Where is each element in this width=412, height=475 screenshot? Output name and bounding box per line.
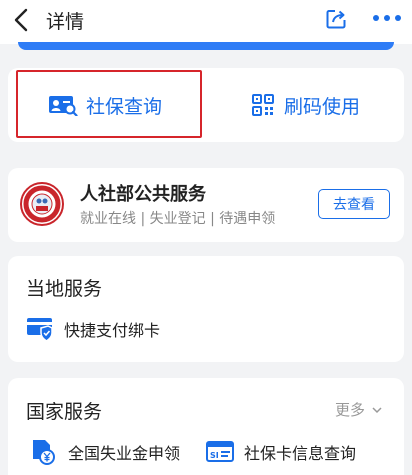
chevron-left-icon[interactable]	[8, 6, 36, 34]
local-services-card	[8, 256, 404, 362]
national-services-title: 国家服务	[26, 401, 103, 423]
page-title: 详情	[46, 11, 85, 33]
card-shield-icon	[27, 318, 53, 342]
chevron-down-icon	[372, 406, 382, 413]
more-label: 更多	[335, 401, 366, 419]
qr-code-icon	[252, 94, 274, 116]
id-card-search-icon	[49, 96, 78, 116]
public-service-title: 人社部公共服务	[80, 184, 206, 205]
view-button[interactable]: 去查看	[318, 189, 390, 219]
public-service-subtitle: 就业在线 | 失业登记 | 待遇申领	[80, 211, 276, 227]
share-icon[interactable]	[324, 7, 348, 31]
unemployment-benefit-claim-item[interactable]: 全国失业金申领	[30, 439, 180, 465]
header-strip	[18, 42, 394, 50]
quick-pay-bind-card-label: 快捷支付绑卡	[64, 321, 161, 340]
local-services-title: 当地服务	[26, 278, 103, 300]
nav-bar: 详情	[0, 0, 412, 44]
quick-pay-bind-card-item[interactable]: 快捷支付绑卡	[26, 316, 160, 342]
social-security-query-label: 社保查询	[86, 95, 163, 118]
scan-code-button[interactable]: 刷码使用	[252, 90, 360, 120]
yuan-document-icon	[33, 440, 55, 465]
scan-code-label: 刷码使用	[284, 95, 361, 118]
more-link[interactable]: 更多	[335, 399, 383, 420]
unemployment-benefit-claim-label: 全国失业金申领	[68, 444, 181, 463]
social-security-card-query-item[interactable]: SI 社保卡信息查询	[206, 439, 356, 465]
more-dots-icon[interactable]	[370, 10, 404, 26]
social-security-query-button[interactable]: 社保查询	[48, 90, 162, 120]
social-security-card-query-label: 社保卡信息查询	[244, 444, 357, 463]
si-card-icon: SI	[206, 441, 234, 462]
ministry-emblem-icon	[20, 182, 64, 226]
svg-text:SI: SI	[210, 451, 219, 460]
